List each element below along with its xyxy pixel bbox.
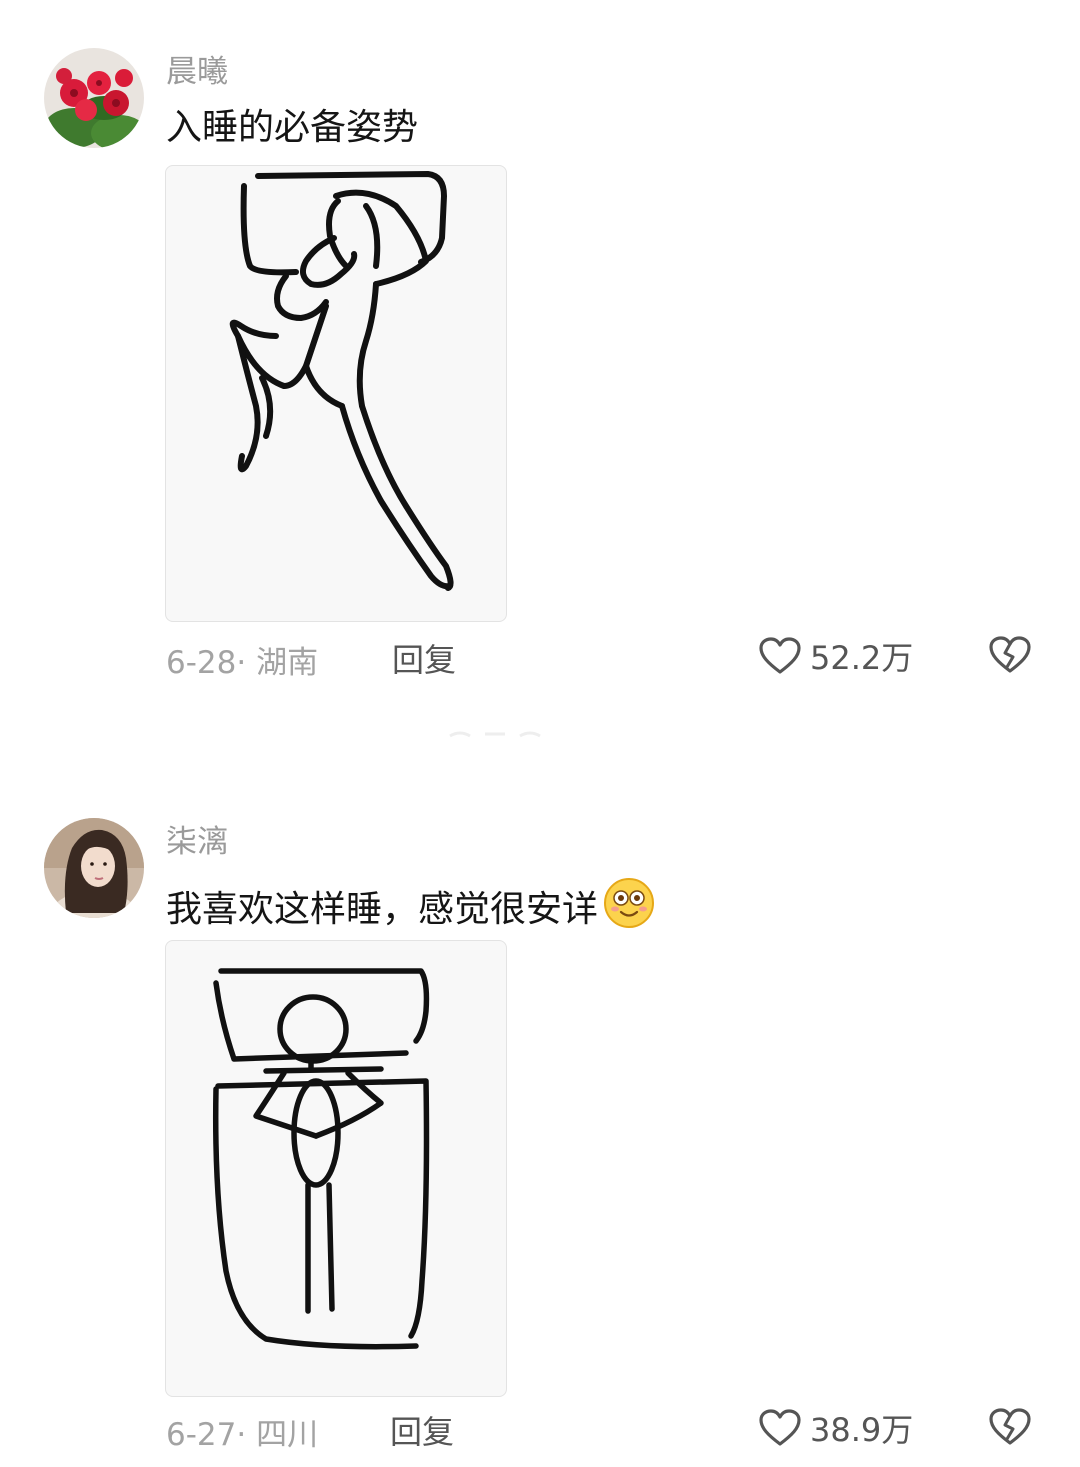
sleeping-straight-sketch-icon [212, 968, 430, 1350]
red-flowers-avatar-icon [44, 48, 144, 148]
dislike-button[interactable] [988, 635, 1032, 679]
comment-meta: 6-27· 四川 回复 38.9万 [0, 1405, 1080, 1455]
broken-heart-icon [989, 1408, 1031, 1445]
like-count: 52.2万 [810, 639, 914, 677]
smiling-emoji-icon [602, 876, 656, 943]
comment-text-content: 我喜欢这样睡，感觉很安详 [166, 888, 599, 930]
like-count: 38.9万 [810, 1411, 914, 1449]
username[interactable]: 柒漓 [166, 822, 228, 862]
comment-image[interactable] [165, 165, 507, 622]
reply-button[interactable]: 回复 [390, 1407, 454, 1453]
heart-icon [759, 637, 801, 674]
avatar[interactable] [44, 48, 144, 148]
username[interactable]: 晨曦 [166, 52, 228, 92]
like-button[interactable]: 38.9万 [758, 1405, 913, 1451]
heart-icon [759, 1409, 801, 1446]
broken-heart-icon [989, 636, 1031, 673]
divider [449, 731, 541, 738]
girl-portrait-avatar-icon [44, 818, 144, 918]
like-button[interactable]: 52.2万 [758, 633, 913, 679]
dislike-button[interactable] [988, 1407, 1032, 1451]
reply-button[interactable]: 回复 [392, 635, 456, 681]
date-location: 6-28· 湖南 [166, 645, 319, 681]
date-location: 6-27· 四川 [166, 1417, 319, 1453]
sleeping-pose-sketch-icon [229, 171, 454, 591]
comment-meta: 6-28· 湖南 回复 52.2万 [0, 633, 1080, 683]
comment-text: 我喜欢这样睡，感觉很安详 [166, 876, 656, 943]
avatar[interactable] [44, 818, 144, 918]
comment-image[interactable] [165, 940, 507, 1397]
comment-text: 入睡的必备姿势 [166, 104, 418, 152]
comment-text-content: 入睡的必备姿势 [166, 107, 419, 148]
